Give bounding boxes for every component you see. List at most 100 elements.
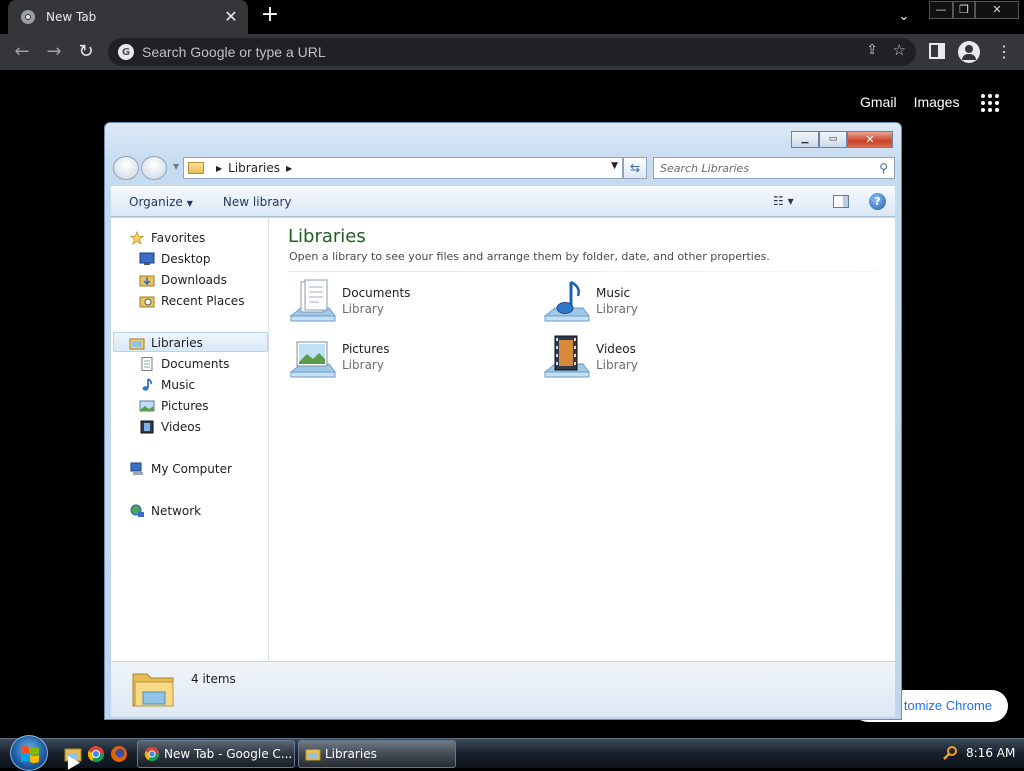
share-icon[interactable]: ⇪ (866, 42, 878, 58)
tab-title: New Tab (46, 10, 97, 24)
taskbar-clock[interactable]: 8:16 AM (966, 746, 1015, 760)
gmail-link[interactable]: Gmail (860, 94, 897, 110)
libraries-folder-icon (129, 338, 145, 350)
back-arrow-icon[interactable]: ← (10, 40, 34, 64)
images-link[interactable]: Images (914, 94, 960, 110)
breadcrumb-libraries[interactable]: Libraries (228, 161, 280, 175)
chrome-logo-icon (21, 10, 35, 24)
explorer-window-controls: ▁ ▭ ✕ (791, 131, 893, 148)
search-icon[interactable]: ⚲ (879, 161, 888, 175)
forward-arrow-icon[interactable]: → (42, 40, 66, 64)
close-tab-icon[interactable]: ✕ (222, 8, 240, 26)
tab-new-tab[interactable]: New Tab ✕ (8, 0, 248, 34)
libraries-folder-icon (305, 749, 321, 761)
taskbar-chrome-button[interactable]: New Tab - Google C... (137, 740, 295, 768)
new-library-button[interactable]: New library (223, 195, 292, 209)
preview-pane-icon[interactable] (833, 195, 849, 208)
omnibox-input[interactable] (142, 44, 822, 60)
divider (289, 271, 877, 272)
computer-icon (130, 462, 143, 475)
libraries-folder-icon (188, 162, 204, 174)
explorer-search-box[interactable]: ⚲ (653, 157, 895, 179)
nav-recent-places-label: Recent Places (161, 294, 245, 308)
explorer-forward-button[interactable] (141, 156, 167, 180)
documents-icon (141, 357, 153, 371)
library-name: Music (596, 286, 631, 300)
help-icon[interactable]: ? (869, 193, 886, 210)
restore-button[interactable]: ❐ (953, 1, 975, 19)
nav-downloads-label: Downloads (161, 273, 227, 287)
recent-pages-chevron-icon[interactable]: ▼ (173, 162, 179, 171)
omnibox[interactable]: G ⇪ ☆ (108, 38, 916, 66)
address-bar[interactable]: ▶ Libraries ▶ ▼ (183, 157, 623, 179)
libraries-folder-icon (132, 673, 174, 707)
explorer-search-input[interactable] (660, 161, 870, 175)
nav-favorites[interactable]: Favorites (129, 228, 205, 248)
library-type: Library (596, 302, 638, 316)
new-tab-button[interactable]: + (258, 4, 282, 28)
explorer-command-bar: Organize ▼ New library ☷ ▾ ? (111, 186, 895, 217)
library-name: Pictures (342, 342, 390, 356)
chrome-quicklaunch-icon[interactable] (87, 745, 105, 763)
start-button[interactable] (10, 735, 48, 771)
address-dropdown-icon[interactable]: ▼ (611, 161, 618, 171)
library-music[interactable]: Music Library (543, 278, 773, 328)
explorer-minimize-button[interactable]: ▁ (791, 131, 819, 148)
nav-pictures-label: Pictures (161, 399, 209, 413)
library-documents[interactable]: Documents Library (289, 278, 519, 328)
side-panel-icon[interactable] (929, 43, 945, 59)
nav-desktop[interactable]: Desktop (139, 249, 211, 269)
organize-menu[interactable]: Organize ▼ (129, 195, 193, 209)
pictures-library-icon (289, 341, 336, 378)
nav-music[interactable]: Music (139, 375, 195, 395)
breadcrumb-arrow-icon[interactable]: ▶ (216, 164, 222, 173)
firefox-quicklaunch-icon[interactable] (110, 745, 128, 763)
minimize-button[interactable]: — (929, 1, 953, 19)
library-name: Videos (596, 342, 636, 356)
library-pictures[interactable]: Pictures Library (289, 334, 519, 384)
nav-pictures[interactable]: Pictures (139, 396, 209, 416)
taskbar-libraries-button[interactable]: Libraries (298, 740, 456, 768)
nav-my-computer[interactable]: My Computer (129, 459, 232, 479)
details-pane: 4 items (111, 661, 895, 717)
page-subtitle: Open a library to see your files and arr… (289, 250, 770, 263)
library-name: Documents (342, 286, 411, 300)
google-g-icon: G (118, 44, 134, 60)
nav-videos[interactable]: Videos (139, 417, 201, 437)
nav-music-label: Music (161, 378, 196, 392)
refresh-icon[interactable]: ⇆ (623, 157, 647, 179)
breadcrumb-arrow-icon[interactable]: ▶ (286, 164, 292, 173)
nav-network-label: Network (151, 504, 202, 518)
downloads-folder-icon (139, 275, 155, 287)
google-apps-icon[interactable] (981, 94, 999, 112)
taskbar-chrome-label: New Tab - Google C... (164, 747, 293, 761)
nav-documents-label: Documents (161, 357, 230, 371)
desktop-icon (139, 252, 155, 265)
reload-icon[interactable]: ↻ (74, 40, 98, 64)
documents-library-icon (289, 279, 336, 322)
explorer-window: ▁ ▭ ✕ ▼ ▶ Libraries ▶ ▼ ⇆ ⚲ Organize▼ Ne… (104, 122, 902, 720)
nav-libraries[interactable]: Libraries (129, 333, 203, 353)
explorer-navigation-bar: ▼ ▶ Libraries ▶ ▼ ⇆ ⚲ (113, 155, 895, 181)
tab-search-chevron-icon[interactable]: ⌄ (893, 6, 915, 28)
nav-downloads[interactable]: Downloads (139, 270, 227, 290)
library-videos[interactable]: Videos Library (543, 334, 773, 384)
content-pane: Libraries Open a library to see your fil… (270, 218, 895, 661)
chrome-logo-icon (144, 746, 160, 762)
close-window-button[interactable]: ✕ (975, 1, 1019, 19)
chevron-down-icon: ▼ (186, 198, 193, 208)
profile-avatar-icon[interactable] (958, 41, 980, 63)
explorer-maximize-button[interactable]: ▭ (819, 131, 847, 148)
explorer-body: Favorites Desktop Downloads Recent Place… (111, 218, 895, 661)
nav-my-computer-label: My Computer (151, 462, 232, 476)
explorer-close-button[interactable]: ✕ (847, 131, 893, 148)
explorer-back-button[interactable] (113, 156, 139, 180)
chrome-menu-icon[interactable]: ⋮ (996, 42, 1012, 62)
bookmark-star-icon[interactable]: ☆ (893, 41, 906, 59)
page-title: Libraries (288, 226, 366, 247)
nav-recent-places[interactable]: Recent Places (139, 291, 244, 311)
nav-documents[interactable]: Documents (139, 354, 229, 374)
nav-network[interactable]: Network (129, 501, 201, 521)
change-view-icon[interactable]: ☷ ▾ (773, 194, 794, 208)
search-tray-icon[interactable] (942, 745, 958, 761)
